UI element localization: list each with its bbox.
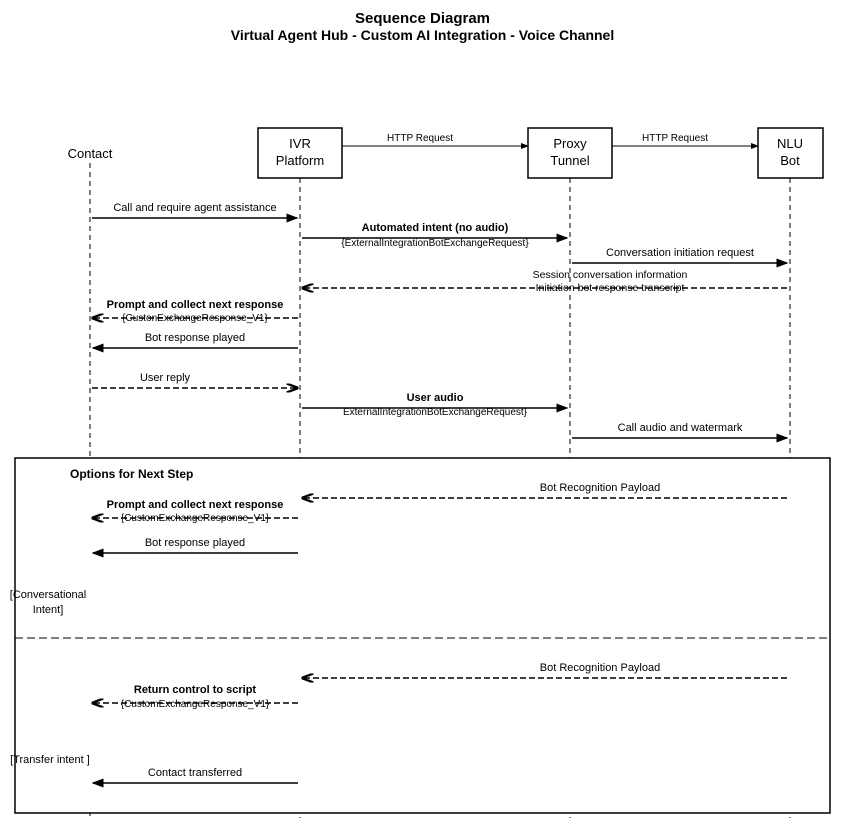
http-request-label2: HTTP Request [642,133,708,144]
msg14-label: Return control to script [134,684,257,696]
transfer-intent-label: [Transfer intent ] [10,754,90,766]
actor-ivr-label: IVR [289,136,311,151]
msg5-sublabel: {CustonExchangeResponse_V1} [122,313,268,324]
msg10-label: Bot Recognition Payload [540,482,660,494]
msg1-label: Call and require agent assistance [113,202,276,214]
actor-contact-label: Contact [68,146,113,161]
actor-proxy-label2: Tunnel [550,153,589,168]
options-label: Options for Next Step [70,467,193,481]
diagram-container: Sequence Diagram Virtual Agent Hub - Cus… [0,0,845,833]
msg11-label: Prompt and collect next response [107,499,284,511]
msg2-sublabel: {ExternalIntegrationBotExchangeRequest} [341,238,529,249]
title-line1: Sequence Diagram [10,10,835,27]
msg11-sublabel: {CustomExchangeResponse_V1} [121,513,270,524]
msg9-label: Call audio and watermark [618,422,743,434]
http-request-label1: HTTP Request [387,133,453,144]
msg13-label: Bot Recognition Payload [540,662,660,674]
msg3-label: Conversation initiation request [606,247,754,259]
actor-nlu-label2: Bot [780,153,800,168]
title-block: Sequence Diagram Virtual Agent Hub - Cus… [10,10,835,43]
actor-nlu-label: NLU [777,136,803,151]
msg6-label: Bot response played [145,332,245,344]
actor-proxy-label: Proxy [553,136,587,151]
msg2-label: Automated intent (no audio) [362,222,509,234]
conversational-intent-label2: Intent] [33,604,64,616]
options-box [15,458,830,813]
msg8-label: User audio [407,392,464,404]
msg5-label: Prompt and collect next response [107,299,284,311]
msg15-label: Contact transferred [148,767,242,779]
msg4-sublabel: Initiation bot response transcript [536,282,685,294]
title-line2: Virtual Agent Hub - Custom AI Integratio… [10,27,835,43]
msg4-label: Session conversation information [533,269,688,281]
msg7-label: User reply [140,372,191,384]
conversational-intent-label1: [Conversational [10,589,86,601]
msg12-label: Bot response played [145,537,245,549]
actor-ivr-label2: Platform [276,153,324,168]
msg14-sublabel: {CustomExchangeResponse_V1} [121,699,270,710]
sequence-diagram-svg: Contact IVR Platform HTTP Request Proxy … [10,63,835,823]
msg8-sublabel: ExternalIntegrationBotExchangeRequest} [343,407,528,418]
